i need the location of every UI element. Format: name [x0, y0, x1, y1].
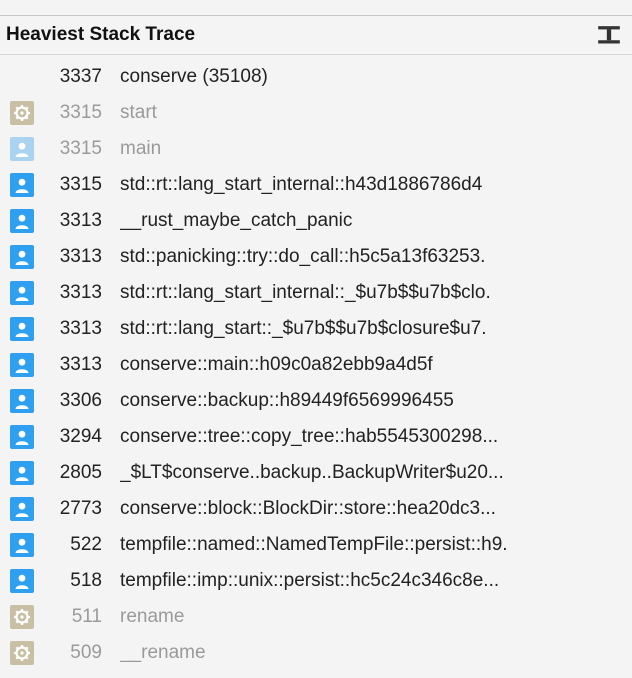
stack-frame-row[interactable]: 3315start [0, 95, 632, 131]
stack-frame-row[interactable]: 3313__rust_maybe_catch_panic [0, 203, 632, 239]
stack-frame-row[interactable]: 3315main [0, 131, 632, 167]
frame-icon-cell [0, 137, 40, 161]
frame-symbol: _$LT$conserve..backup..BackupWriter$u20.… [120, 462, 632, 484]
user-silhouette-icon [10, 209, 34, 233]
frame-symbol: conserve (35108) [120, 66, 632, 88]
frame-icon-cell [0, 101, 40, 125]
frame-sample-count: 3306 [40, 390, 120, 412]
frame-icon-cell [0, 605, 40, 629]
frame-symbol: std::panicking::try::do_call::h5c5a13f63… [120, 246, 632, 268]
panel-header: Heaviest Stack Trace [0, 16, 632, 55]
user-silhouette-icon [10, 173, 34, 197]
stack-frame-row[interactable]: 3294conserve::tree::copy_tree::hab554530… [0, 419, 632, 455]
frame-sample-count: 3294 [40, 426, 120, 448]
user-silhouette-icon [10, 389, 34, 413]
frame-symbol: __rename [120, 642, 632, 664]
focus-icon [596, 24, 622, 46]
frame-sample-count: 522 [40, 534, 120, 556]
frame-icon-cell [0, 353, 40, 377]
stack-frame-row[interactable]: 3313std::rt::lang_start::_$u7b$$u7b$clos… [0, 311, 632, 347]
frame-sample-count: 3313 [40, 318, 120, 340]
frame-icon-cell [0, 173, 40, 197]
stack-frame-row[interactable]: 511rename [0, 599, 632, 635]
frame-symbol: std::rt::lang_start_internal::h43d188678… [120, 174, 632, 196]
frame-sample-count: 3315 [40, 174, 120, 196]
system-gear-icon [10, 101, 34, 125]
user-silhouette-icon [10, 245, 34, 269]
frame-symbol: conserve::tree::copy_tree::hab5545300298… [120, 426, 632, 448]
frame-sample-count: 3313 [40, 246, 120, 268]
frame-sample-count: 511 [40, 606, 120, 628]
stack-trace-list: 3337conserve (35108)3315start3315main331… [0, 55, 632, 671]
frame-sample-count: 509 [40, 642, 120, 664]
stack-frame-row[interactable]: 3315std::rt::lang_start_internal::h43d18… [0, 167, 632, 203]
frame-symbol: std::rt::lang_start::_$u7b$$u7b$closure$… [120, 318, 632, 340]
frame-sample-count: 3313 [40, 210, 120, 232]
frame-symbol: std::rt::lang_start_internal::_$u7b$$u7b… [120, 282, 632, 304]
stack-frame-row[interactable]: 2805_$LT$conserve..backup..BackupWriter$… [0, 455, 632, 491]
frame-symbol: __rust_maybe_catch_panic [120, 210, 632, 232]
user-silhouette-icon [10, 569, 34, 593]
stack-frame-row[interactable]: 3337conserve (35108) [0, 59, 632, 95]
system-gear-icon [10, 641, 34, 665]
user-silhouette-icon [10, 281, 34, 305]
frame-icon-cell [0, 425, 40, 449]
frame-symbol: tempfile::imp::unix::persist::hc5c24c346… [120, 570, 632, 592]
frame-icon-cell [0, 209, 40, 233]
frame-icon-cell [0, 497, 40, 521]
stack-frame-row[interactable]: 509__rename [0, 635, 632, 671]
frame-sample-count: 518 [40, 570, 120, 592]
stack-frame-row[interactable]: 3313conserve::main::h09c0a82ebb9a4d5f [0, 347, 632, 383]
frame-icon-cell [0, 389, 40, 413]
user-silhouette-icon [10, 461, 34, 485]
frame-sample-count: 3337 [40, 66, 120, 88]
frame-symbol: rename [120, 606, 632, 628]
frame-sample-count: 3313 [40, 282, 120, 304]
frame-icon-cell [0, 461, 40, 485]
stack-frame-row[interactable]: 522tempfile::named::NamedTempFile::persi… [0, 527, 632, 563]
frame-symbol: conserve::main::h09c0a82ebb9a4d5f [120, 354, 632, 376]
frame-sample-count: 3315 [40, 138, 120, 160]
user-silhouette-icon [10, 425, 34, 449]
frame-icon-cell [0, 533, 40, 557]
frame-sample-count: 2773 [40, 498, 120, 520]
panel-title: Heaviest Stack Trace [6, 24, 195, 46]
frame-icon-cell [0, 281, 40, 305]
system-gear-icon [10, 605, 34, 629]
frame-sample-count: 3315 [40, 102, 120, 124]
user-silhouette-icon [10, 497, 34, 521]
frame-icon-cell [0, 641, 40, 665]
frame-sample-count: 3313 [40, 354, 120, 376]
stack-frame-row[interactable]: 3313std::rt::lang_start_internal::_$u7b$… [0, 275, 632, 311]
user-silhouette-icon [10, 353, 34, 377]
focus-button[interactable] [596, 24, 622, 46]
frame-icon-cell [0, 317, 40, 341]
stack-frame-row[interactable]: 3313std::panicking::try::do_call::h5c5a1… [0, 239, 632, 275]
frame-symbol: tempfile::named::NamedTempFile::persist:… [120, 534, 632, 556]
stack-frame-row[interactable]: 518tempfile::imp::unix::persist::hc5c24c… [0, 563, 632, 599]
frame-symbol: main [120, 138, 632, 160]
user-silhouette-icon [10, 533, 34, 557]
frame-symbol: conserve::backup::h89449f6569996455 [120, 390, 632, 412]
frame-symbol: conserve::block::BlockDir::store::hea20d… [120, 498, 632, 520]
stack-frame-row[interactable]: 2773conserve::block::BlockDir::store::he… [0, 491, 632, 527]
frame-sample-count: 2805 [40, 462, 120, 484]
frame-symbol: start [120, 102, 632, 124]
window-toolbar-stub [0, 0, 632, 16]
user-silhouette-icon [10, 317, 34, 341]
stack-frame-row[interactable]: 3306conserve::backup::h89449f6569996455 [0, 383, 632, 419]
frame-icon-cell [0, 569, 40, 593]
user-silhouette-icon [10, 137, 34, 161]
frame-icon-cell [0, 245, 40, 269]
